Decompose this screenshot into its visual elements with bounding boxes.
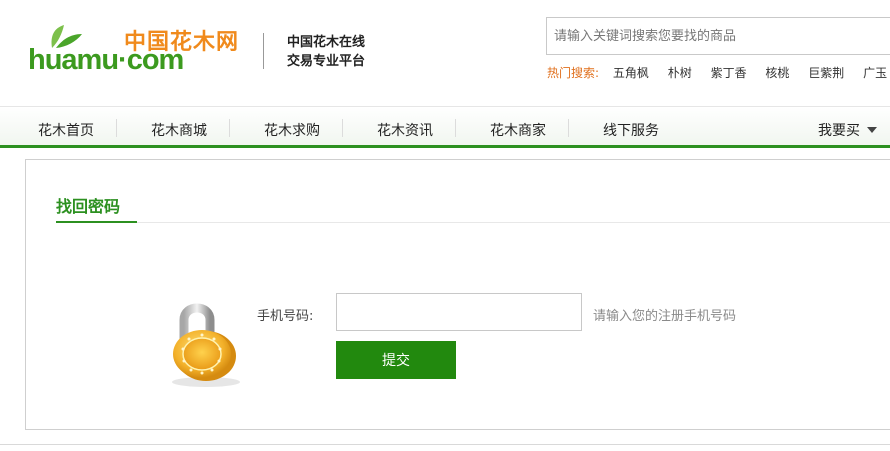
search-box: [546, 17, 890, 55]
hot-search-bar: 热门搜索: 五角枫 朴树 紫丁香 核桃 巨紫荆 广玉: [547, 64, 890, 81]
phone-label: 手机号码:: [257, 309, 314, 324]
slogan-line-2: 交易专业平台: [287, 54, 366, 69]
search-input[interactable]: [547, 18, 890, 54]
nav-item-mall[interactable]: 花木商城: [151, 120, 207, 140]
hot-search-item[interactable]: 朴树: [668, 66, 692, 80]
nav-item-news[interactable]: 花木资讯: [377, 120, 433, 140]
hot-search-item[interactable]: 广玉: [863, 66, 887, 80]
slogan-line-1: 中国花木在线: [287, 35, 366, 50]
nav-divider: [229, 119, 230, 137]
nav-item-merchants[interactable]: 花木商家: [490, 120, 546, 140]
nav-item-home[interactable]: 花木首页: [38, 120, 94, 140]
main-nav: 花木首页 花木商城 花木求购 花木资讯 花木商家 线下服务 我要买: [0, 106, 890, 148]
nav-divider: [455, 119, 456, 137]
nav-item-purchase[interactable]: 花木求购: [264, 120, 320, 140]
logo-english-text: huamu·com: [28, 44, 184, 76]
hot-search-item[interactable]: 巨紫荆: [808, 66, 844, 80]
hot-search-item[interactable]: 核桃: [765, 66, 789, 80]
title-underline: [56, 221, 137, 223]
title-divider: [137, 222, 890, 223]
site-slogan: 中国花木在线 交易专业平台: [287, 33, 365, 71]
logo-divider: [263, 33, 264, 69]
footer-divider: [0, 444, 890, 445]
phone-input[interactable]: [336, 293, 582, 331]
recover-password-panel: 找回密码 手机号码: 请输入您的注册手机号码 提交: [25, 159, 890, 430]
buy-dropdown[interactable]: 我要买: [818, 120, 877, 140]
padlock-icon: [172, 303, 240, 387]
site-logo[interactable]: 中国花木网 huamu·com: [28, 22, 243, 76]
nav-divider: [342, 119, 343, 137]
phone-hint: 请输入您的注册手机号码: [593, 309, 737, 324]
nav-divider: [568, 119, 569, 137]
page-title: 找回密码: [56, 197, 121, 216]
nav-divider: [116, 119, 117, 137]
nav-item-offline-service[interactable]: 线下服务: [603, 120, 659, 140]
submit-button[interactable]: 提交: [336, 341, 456, 379]
hot-search-item[interactable]: 五角枫: [613, 66, 649, 80]
caret-down-icon: [867, 127, 877, 133]
site-header: 中国花木网 huamu·com 中国花木在线 交易专业平台 热门搜索: 五角枫 …: [0, 0, 890, 106]
buy-dropdown-label: 我要买: [818, 123, 860, 139]
hot-search-item[interactable]: 紫丁香: [711, 66, 747, 80]
hot-search-label: 热门搜索:: [547, 66, 600, 80]
